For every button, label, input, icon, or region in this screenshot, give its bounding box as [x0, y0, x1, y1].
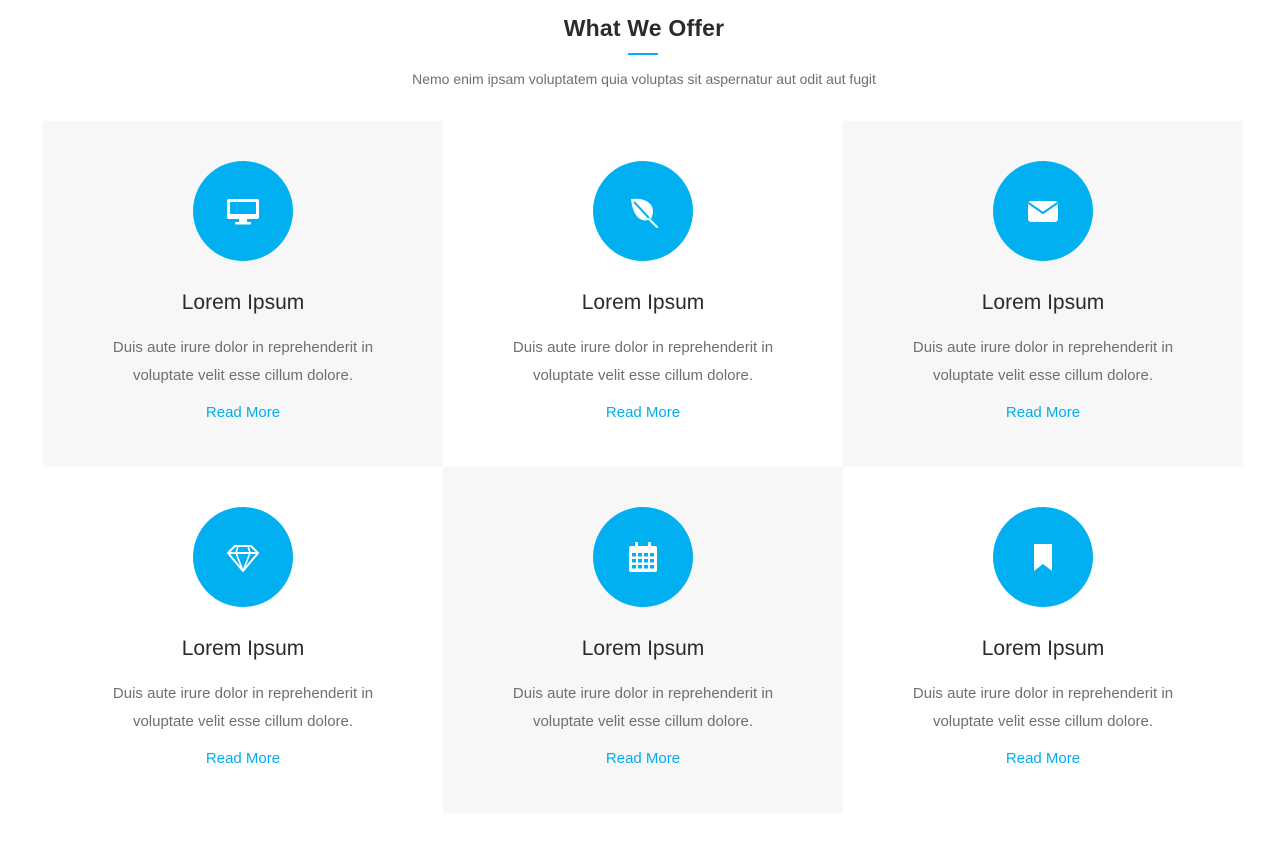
- icon-circle: [593, 507, 693, 607]
- service-description: Duis aute irure dolor in reprehenderit i…: [512, 339, 774, 384]
- service-description: Duis aute irure dolor in reprehenderit i…: [112, 339, 374, 384]
- service-title: Lorem Ipsum: [981, 291, 1105, 314]
- service-card: Lorem Ipsum Duis aute irure dolor in rep…: [843, 467, 1243, 813]
- service-card: Lorem Ipsum Duis aute irure dolor in rep…: [43, 467, 443, 813]
- read-more-link[interactable]: Read More: [843, 748, 1243, 770]
- read-more-link[interactable]: Read More: [843, 402, 1243, 424]
- service-description: Duis aute irure dolor in reprehenderit i…: [512, 685, 774, 730]
- icon-circle: [193, 507, 293, 607]
- service-title: Lorem Ipsum: [181, 291, 305, 314]
- leaf-icon: [631, 198, 659, 229]
- icon-circle: [193, 161, 293, 261]
- desktop-icon: [227, 199, 259, 225]
- services-grid: Lorem Ipsum Duis aute irure dolor in rep…: [43, 121, 1243, 813]
- section-subtitle: Nemo enim ipsam voluptatem quia voluptas…: [412, 71, 876, 87]
- service-title: Lorem Ipsum: [581, 291, 705, 314]
- service-title: Lorem Ipsum: [181, 637, 305, 660]
- service-card: Lorem Ipsum Duis aute irure dolor in rep…: [43, 121, 443, 467]
- icon-circle: [993, 507, 1093, 607]
- read-more-link[interactable]: Read More: [443, 402, 843, 424]
- service-description: Duis aute irure dolor in reprehenderit i…: [912, 685, 1174, 730]
- diamond-icon: [227, 545, 259, 572]
- service-description: Duis aute irure dolor in reprehenderit i…: [112, 685, 374, 730]
- service-card: Lorem Ipsum Duis aute irure dolor in rep…: [443, 467, 843, 813]
- service-title: Lorem Ipsum: [981, 637, 1105, 660]
- icon-circle: [993, 161, 1093, 261]
- service-title: Lorem Ipsum: [581, 637, 705, 660]
- title-underline: [628, 53, 658, 55]
- bookmark-icon: [1034, 544, 1052, 571]
- read-more-link[interactable]: Read More: [43, 748, 443, 770]
- icon-circle: [593, 161, 693, 261]
- service-description: Duis aute irure dolor in reprehenderit i…: [912, 339, 1174, 384]
- section-title: What We Offer: [563, 15, 725, 41]
- service-card: Lorem Ipsum Duis aute irure dolor in rep…: [843, 121, 1243, 467]
- calendar-icon: [629, 542, 657, 572]
- service-card: Lorem Ipsum Duis aute irure dolor in rep…: [443, 121, 843, 467]
- envelope-icon: [1027, 201, 1059, 222]
- read-more-link[interactable]: Read More: [443, 748, 843, 770]
- read-more-link[interactable]: Read More: [43, 402, 443, 424]
